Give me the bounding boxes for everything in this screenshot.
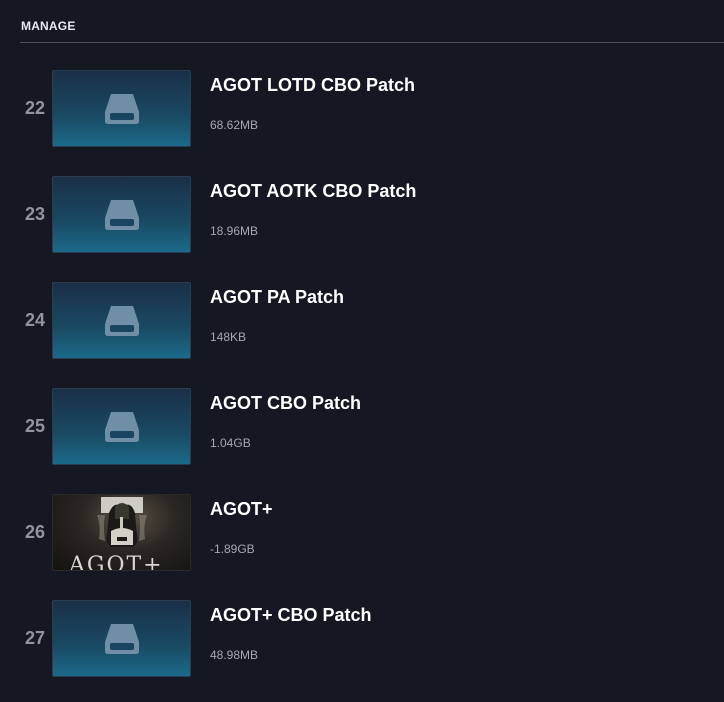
list-item[interactable]: 26 AGOT+ AGOT+ -1.89GB xyxy=(0,494,724,574)
item-title[interactable]: AGOT CBO Patch xyxy=(210,393,361,414)
item-thumbnail[interactable] xyxy=(52,282,191,359)
list-item[interactable]: 24 AGOT PA Patch 148KB xyxy=(0,282,724,362)
item-thumbnail[interactable] xyxy=(52,600,191,677)
item-thumbnail[interactable] xyxy=(52,176,191,253)
item-title[interactable]: AGOT+ xyxy=(210,499,273,520)
item-size: 68.62MB xyxy=(210,118,259,132)
item-title[interactable]: AGOT PA Patch xyxy=(210,287,344,308)
drive-icon xyxy=(104,93,139,124)
item-size: 18.96MB xyxy=(210,224,259,238)
item-thumbnail[interactable] xyxy=(52,388,191,465)
drive-icon xyxy=(104,623,139,654)
list-item[interactable]: 27 AGOT+ CBO Patch 48.98MB xyxy=(0,600,724,680)
manage-header: MANAGE xyxy=(21,19,76,33)
artwork-logo-text: AGOT+ xyxy=(69,553,164,571)
header-divider xyxy=(20,42,724,43)
drive-icon xyxy=(104,411,139,442)
item-title[interactable]: AGOT LOTD CBO Patch xyxy=(210,75,415,96)
item-title[interactable]: AGOT AOTK CBO Patch xyxy=(210,181,416,202)
agot-artwork-thumbnail[interactable]: AGOT+ xyxy=(52,494,191,571)
item-thumbnail[interactable] xyxy=(52,70,191,147)
item-title[interactable]: AGOT+ CBO Patch xyxy=(210,605,372,626)
item-size: 148KB xyxy=(210,330,247,344)
item-size: 48.98MB xyxy=(210,648,259,662)
list-item[interactable]: 23 AGOT AOTK CBO Patch 18.96MB xyxy=(0,176,724,256)
drive-icon xyxy=(104,305,139,336)
list-item[interactable]: 25 AGOT CBO Patch 1.04GB xyxy=(0,388,724,468)
drive-icon xyxy=(104,199,139,230)
list-item[interactable]: 22 AGOT LOTD CBO Patch 68.62MB xyxy=(0,70,724,150)
item-size: 1.04GB xyxy=(210,436,251,450)
item-size: -1.89GB xyxy=(210,542,255,556)
